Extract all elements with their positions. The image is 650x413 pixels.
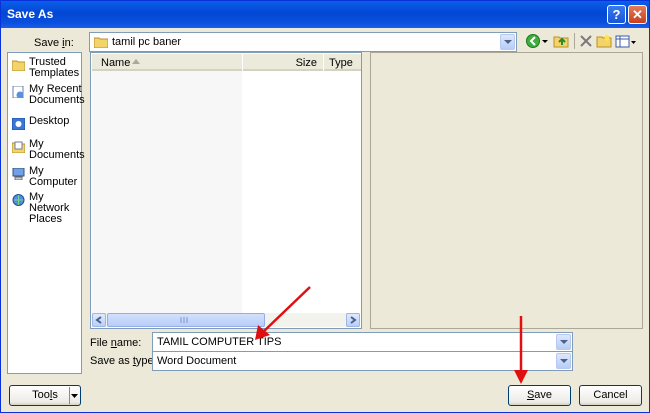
- scroll-thumb[interactable]: [107, 313, 265, 327]
- title-bar[interactable]: Save As ? ✕: [1, 1, 649, 28]
- file-name-label: File name:: [90, 337, 142, 349]
- folder-icon: [94, 37, 108, 48]
- my-computer-icon: [12, 168, 25, 180]
- recent-documents-icon: [12, 86, 24, 98]
- file-name-input[interactable]: TAMIL COMPUTER TIPS: [152, 332, 573, 352]
- save-as-type-dropdown[interactable]: Word Document: [152, 351, 573, 371]
- help-button[interactable]: ?: [607, 5, 626, 24]
- grip-icon: [180, 317, 188, 323]
- column-header-type[interactable]: Type: [324, 54, 361, 71]
- chevron-left-icon: [95, 316, 102, 324]
- toolbar-separator: [574, 33, 575, 49]
- chevron-down-icon[interactable]: [556, 334, 571, 350]
- folder-icon: [12, 60, 25, 71]
- desktop-icon: [12, 118, 25, 130]
- file-list[interactable]: Name Size Type: [90, 52, 362, 329]
- save-as-type-value: Word Document: [157, 355, 237, 367]
- back-icon[interactable]: [525, 33, 541, 49]
- close-button[interactable]: ✕: [628, 5, 647, 24]
- chevron-down-icon[interactable]: [71, 394, 78, 398]
- chevron-down-icon[interactable]: [500, 34, 515, 50]
- column-header-size[interactable]: Size: [243, 54, 323, 71]
- network-places-icon: [12, 194, 25, 206]
- chevron-right-icon: [350, 316, 357, 324]
- scroll-left-button[interactable]: [92, 313, 106, 327]
- new-folder-icon[interactable]: [596, 33, 612, 49]
- horizontal-scrollbar[interactable]: [92, 313, 360, 327]
- views-icon[interactable]: [615, 33, 637, 49]
- preview-pane: [370, 52, 643, 329]
- delete-icon[interactable]: [578, 33, 594, 49]
- save-as-dialog: Save As ? ✕ Save in: tamil pc baner Trus…: [0, 0, 650, 413]
- chevron-down-icon[interactable]: [556, 353, 571, 369]
- save-in-dropdown[interactable]: tamil pc baner: [89, 32, 517, 52]
- file-name-value: TAMIL COMPUTER TIPS: [157, 336, 282, 348]
- name-column-shade: [92, 71, 242, 315]
- save-in-label: Save in:: [34, 37, 74, 49]
- split-divider: [69, 387, 70, 404]
- tools-button[interactable]: Tools: [9, 385, 81, 406]
- sort-ascending-icon: [132, 59, 140, 64]
- window-title: Save As: [7, 7, 54, 21]
- back-dropdown-icon[interactable]: [541, 33, 549, 49]
- save-in-value: tamil pc baner: [112, 36, 182, 48]
- up-folder-icon[interactable]: [553, 33, 569, 49]
- places-bar: Trusted Templates My Recent Documents Desk…: [7, 52, 85, 374]
- save-as-type-label: Save as type:: [90, 355, 157, 367]
- my-documents-icon: [12, 141, 25, 153]
- scroll-right-button[interactable]: [346, 313, 360, 327]
- cancel-button[interactable]: Cancel: [579, 385, 642, 406]
- column-header-name[interactable]: Name: [92, 54, 242, 71]
- save-button[interactable]: Save: [508, 385, 571, 406]
